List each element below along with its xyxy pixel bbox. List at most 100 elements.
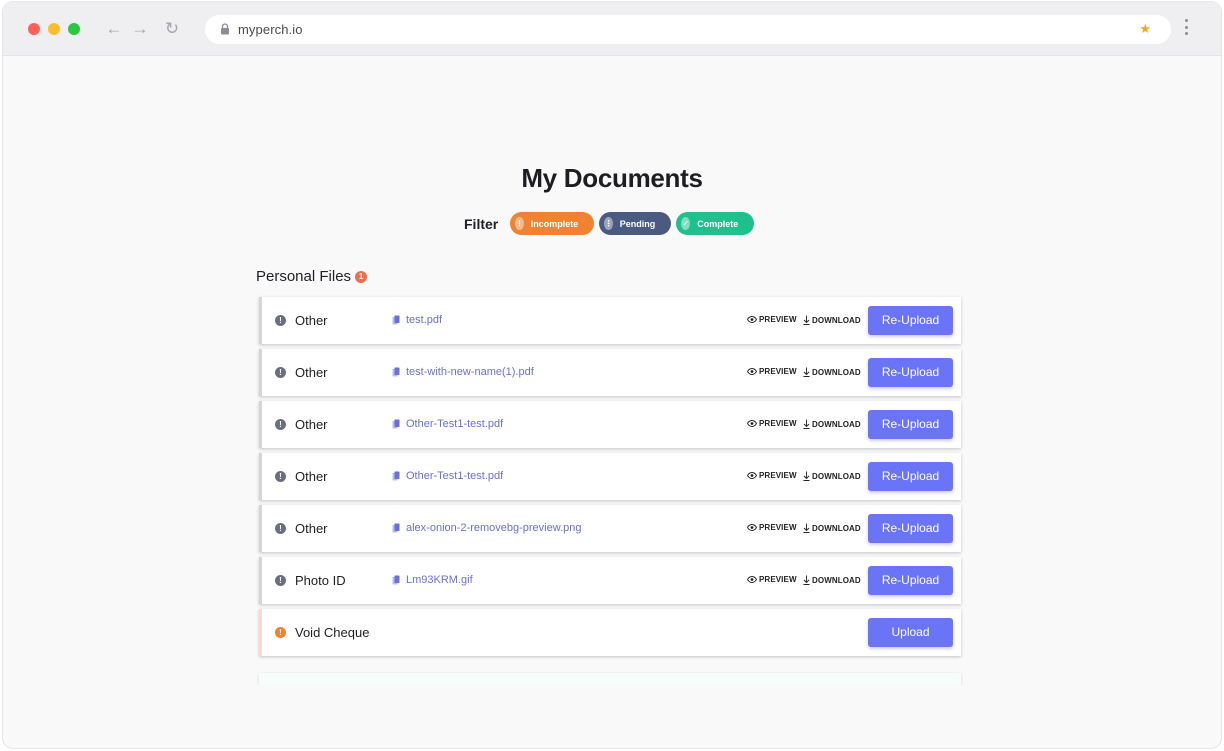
- document-row: ! Other alex-onion-2-removebg-preview.pn…: [259, 505, 961, 552]
- preview-label: PREVIEW: [759, 315, 797, 324]
- document-row: ! Photo ID Lm93KRM.gif PREVIEW DOWNLOAD …: [259, 557, 961, 604]
- file-name: Other-Test1-test.pdf: [406, 470, 504, 482]
- check-icon: ✓: [681, 217, 691, 230]
- document-type: Other: [295, 469, 328, 484]
- document-list: ! Other test.pdf PREVIEW DOWNLOAD Re-Upl…: [259, 297, 961, 661]
- download-label: DOWNLOAD: [812, 367, 861, 377]
- file-icon: [392, 523, 400, 533]
- preview-link[interactable]: PREVIEW: [747, 575, 797, 584]
- status-icon: !: [275, 523, 286, 534]
- url-text: myperch.io: [238, 22, 303, 37]
- eye-icon: [747, 316, 757, 323]
- filter-chip-incomplete[interactable]: ! Incomplete: [510, 212, 595, 235]
- close-window-button[interactable]: [28, 23, 40, 35]
- download-label: DOWNLOAD: [812, 575, 861, 585]
- file-link[interactable]: Lm93KRM.gif: [392, 574, 473, 586]
- maximize-window-button[interactable]: [68, 23, 80, 35]
- download-icon: [803, 315, 810, 325]
- document-row: ! Other test.pdf PREVIEW DOWNLOAD Re-Upl…: [259, 297, 961, 344]
- file-icon: [392, 471, 400, 481]
- document-row: ! Other test-with-new-name(1).pdf PREVIE…: [259, 349, 961, 396]
- document-type: Other: [295, 417, 328, 432]
- upload-button[interactable]: Re-Upload: [868, 566, 953, 595]
- download-link[interactable]: DOWNLOAD: [803, 523, 861, 533]
- file-icon: [392, 315, 400, 325]
- filter-chip-label: Pending: [619, 218, 656, 229]
- document-type: Other: [295, 365, 328, 380]
- address-bar[interactable]: myperch.io ★: [205, 15, 1171, 44]
- preview-link[interactable]: PREVIEW: [747, 523, 797, 532]
- preview-label: PREVIEW: [759, 471, 797, 480]
- upload-button[interactable]: Upload: [868, 618, 953, 647]
- back-arrow-icon[interactable]: ←: [104, 18, 124, 40]
- lock-icon: [221, 23, 229, 35]
- file-link[interactable]: Other-Test1-test.pdf: [392, 470, 503, 482]
- minimize-window-button[interactable]: [48, 23, 60, 35]
- file-link[interactable]: alex-onion-2-removebg-preview.png: [392, 522, 581, 534]
- filter-chip-label: Incomplete: [530, 218, 579, 229]
- upload-button[interactable]: Re-Upload: [868, 514, 953, 543]
- file-link[interactable]: test.pdf: [392, 314, 442, 326]
- bookmark-star-icon[interactable]: ★: [1139, 21, 1151, 37]
- forward-arrow-icon[interactable]: →: [130, 18, 150, 40]
- preview-label: PREVIEW: [759, 575, 797, 584]
- preview-link[interactable]: PREVIEW: [747, 419, 797, 428]
- file-icon: [392, 575, 400, 585]
- download-link[interactable]: DOWNLOAD: [803, 367, 861, 377]
- download-label: DOWNLOAD: [812, 315, 861, 325]
- document-row: ! Void Cheque Upload: [259, 609, 961, 656]
- page-content: My Documents Filter ! Incomplete ⋮ Pendi…: [3, 57, 1221, 685]
- document-type: Photo ID: [295, 573, 346, 588]
- status-icon: !: [275, 367, 286, 378]
- section-title: Personal Files 1: [256, 268, 368, 285]
- file-icon: [392, 367, 400, 377]
- filter-chip-complete[interactable]: ✓ Complete: [676, 212, 755, 235]
- file-link[interactable]: test-with-new-name(1).pdf: [392, 366, 534, 378]
- download-label: DOWNLOAD: [812, 471, 861, 481]
- status-icon: !: [275, 315, 286, 326]
- document-row: ! Other Other-Test1-test.pdf PREVIEW DOW…: [259, 453, 961, 500]
- document-row: ! Other Other-Test1-test.pdf PREVIEW DOW…: [259, 401, 961, 448]
- download-link[interactable]: DOWNLOAD: [803, 575, 861, 585]
- eye-icon: [747, 420, 757, 427]
- file-name: Other-Test1-test.pdf: [406, 418, 504, 430]
- filter-chip-label: Complete: [697, 218, 739, 229]
- page-title: My Documents: [521, 163, 703, 193]
- download-link[interactable]: DOWNLOAD: [803, 471, 861, 481]
- download-link[interactable]: DOWNLOAD: [803, 315, 861, 325]
- browser-toolbar: ← → ↻ myperch.io ★: [3, 2, 1221, 56]
- download-icon: [803, 523, 810, 533]
- download-icon: [803, 367, 810, 377]
- status-icon: !: [275, 419, 286, 430]
- upload-button[interactable]: Re-Upload: [868, 358, 953, 387]
- status-icon: !: [275, 575, 286, 586]
- download-link[interactable]: DOWNLOAD: [803, 419, 861, 429]
- download-icon: [803, 471, 810, 481]
- section-title-text: Personal Files: [256, 268, 352, 285]
- preview-link[interactable]: PREVIEW: [747, 315, 797, 324]
- file-link[interactable]: Other-Test1-test.pdf: [392, 418, 503, 430]
- document-type: Other: [295, 521, 328, 536]
- exclamation-icon: !: [515, 217, 524, 230]
- filter-chip-pending[interactable]: ⋮ Pending: [599, 212, 672, 235]
- file-name: Lm93KRM.gif: [406, 574, 473, 586]
- upload-button[interactable]: Re-Upload: [868, 410, 953, 439]
- file-name: test.pdf: [406, 314, 443, 326]
- eye-icon: [747, 576, 757, 583]
- preview-link[interactable]: PREVIEW: [747, 367, 797, 376]
- status-icon: !: [275, 627, 286, 638]
- preview-label: PREVIEW: [759, 523, 797, 532]
- pending-icon: ⋮: [604, 217, 613, 230]
- reload-icon[interactable]: ↻: [162, 18, 182, 40]
- incomplete-count-badge: 1: [355, 270, 368, 283]
- browser-window: ← → ↻ myperch.io ★ My Documents Filter !…: [3, 2, 1221, 748]
- download-label: DOWNLOAD: [812, 419, 861, 429]
- preview-label: PREVIEW: [759, 419, 797, 428]
- upload-button[interactable]: Re-Upload: [868, 462, 953, 491]
- preview-link[interactable]: PREVIEW: [747, 471, 797, 480]
- upload-button[interactable]: Re-Upload: [868, 306, 953, 335]
- file-name: alex-onion-2-removebg-preview.png: [406, 522, 582, 534]
- download-label: DOWNLOAD: [812, 523, 861, 533]
- browser-menu-icon[interactable]: [1185, 19, 1189, 35]
- filter-bar: Filter ! Incomplete ⋮ Pending ✓ Complete: [464, 212, 759, 235]
